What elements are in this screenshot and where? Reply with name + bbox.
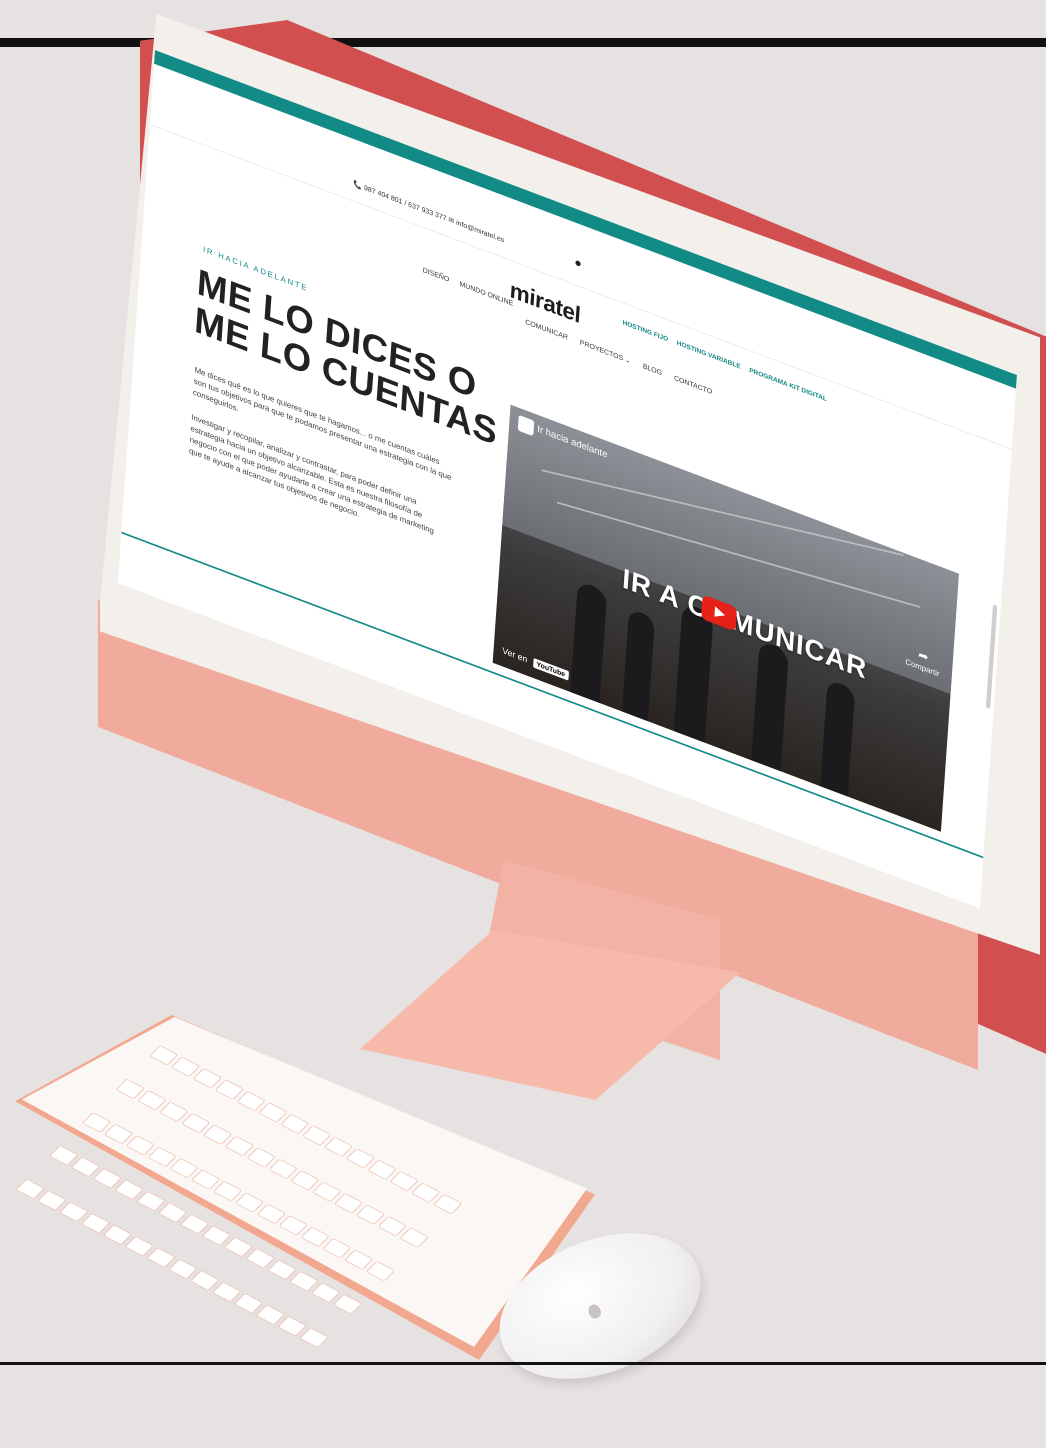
keyboard-key bbox=[332, 1294, 363, 1315]
main-nav-lower: COMUNICAR PROYECTOS ⌄ BLOG CONTACTO bbox=[525, 318, 712, 396]
nav-item-diseno[interactable]: DISEÑO bbox=[423, 266, 450, 284]
nav-item-hosting-fijo[interactable]: HOSTING FIJO bbox=[622, 318, 668, 343]
site-logo[interactable]: miratel bbox=[509, 276, 581, 329]
watch-on-youtube[interactable]: Ver en YouTube bbox=[502, 646, 569, 681]
contact-info[interactable]: 📞 987 404 801 / 637 933 377 ✉ info@mirat… bbox=[353, 180, 504, 245]
contact-bar: 📞 987 404 801 / 637 933 377 ✉ info@mirat… bbox=[149, 63, 1017, 450]
person-figure bbox=[751, 639, 789, 772]
keyboard-key bbox=[299, 1327, 329, 1349]
imac-scene: 📞 987 404 801 / 637 933 377 ✉ info@mirat… bbox=[0, 0, 1046, 1407]
nav-item-mundo-online[interactable]: MUNDO ONLINE bbox=[459, 280, 513, 308]
person-figure bbox=[621, 608, 656, 722]
apple-logo-icon bbox=[586, 1302, 603, 1321]
bottom-frame-bar bbox=[0, 1362, 1046, 1365]
keyboard-key bbox=[399, 1227, 429, 1248]
video-background bbox=[502, 404, 959, 695]
nav-item-blog[interactable]: BLOG bbox=[643, 362, 663, 377]
person-figure bbox=[570, 580, 608, 704]
keyboard-key bbox=[366, 1260, 396, 1282]
main-nav: DISEÑO MUNDO ONLINE bbox=[423, 266, 514, 308]
nav-item-contacto[interactable]: CONTACTO bbox=[674, 374, 713, 396]
person-figure bbox=[820, 678, 856, 797]
nav-item-proyectos[interactable]: PROYECTOS ⌄ bbox=[580, 338, 631, 365]
youtube-logo: YouTube bbox=[532, 657, 569, 681]
watch-label: Ver en bbox=[502, 646, 528, 666]
